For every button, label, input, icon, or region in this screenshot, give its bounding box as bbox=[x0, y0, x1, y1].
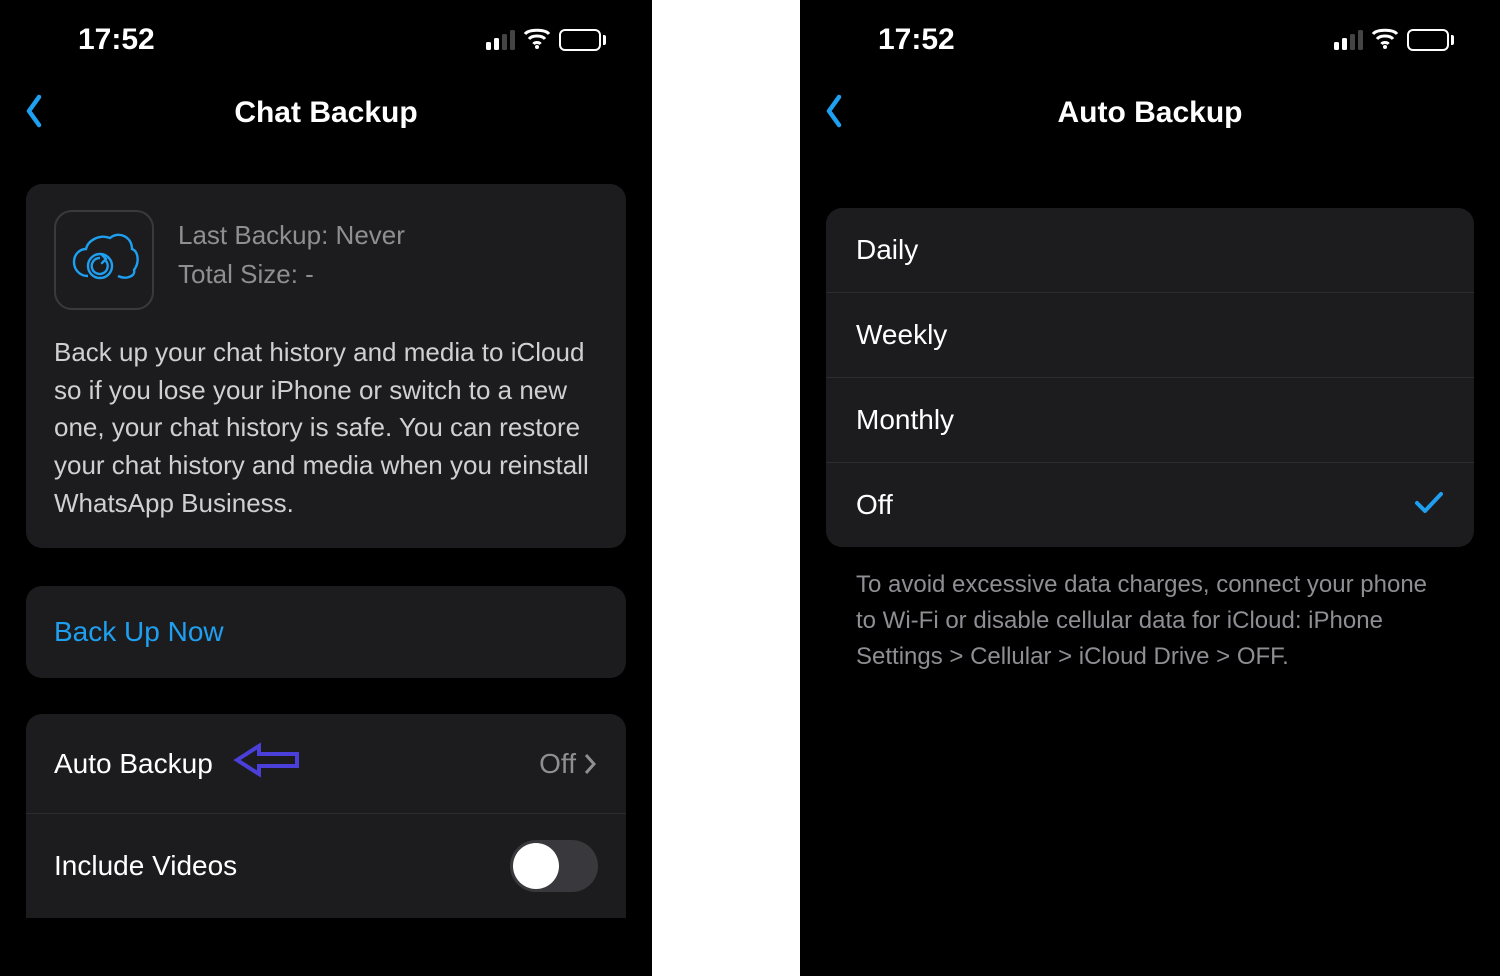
last-backup-label: Last Backup: Never bbox=[178, 216, 405, 255]
screen-chat-backup: 17:52 Chat Backup bbox=[0, 0, 652, 976]
check-icon bbox=[1414, 489, 1444, 521]
nav-header: Chat Backup bbox=[0, 78, 652, 148]
battery-icon bbox=[559, 29, 606, 51]
option-label: Weekly bbox=[856, 319, 947, 351]
option-label: Off bbox=[856, 489, 893, 521]
wifi-icon bbox=[1371, 27, 1399, 54]
option-off[interactable]: Off bbox=[826, 463, 1474, 547]
status-time: 17:52 bbox=[30, 23, 155, 57]
option-monthly[interactable]: Monthly bbox=[826, 378, 1474, 463]
annotation-arrow-icon bbox=[233, 740, 301, 787]
back-button[interactable] bbox=[14, 88, 54, 139]
status-bar: 17:52 bbox=[800, 0, 1500, 70]
backup-now-button[interactable]: Back Up Now bbox=[26, 586, 626, 678]
option-weekly[interactable]: Weekly bbox=[826, 293, 1474, 378]
page-title: Chat Backup bbox=[234, 96, 417, 130]
total-size-label: Total Size: - bbox=[178, 255, 405, 294]
cellular-signal-icon bbox=[486, 30, 515, 50]
page-title: Auto Backup bbox=[1057, 96, 1242, 130]
option-label: Monthly bbox=[856, 404, 954, 436]
auto-backup-options: Daily Weekly Monthly Off bbox=[826, 208, 1474, 547]
battery-icon bbox=[1407, 29, 1454, 51]
chevron-right-icon bbox=[582, 752, 598, 776]
back-button[interactable] bbox=[814, 88, 854, 139]
cloud-backup-icon bbox=[54, 210, 154, 310]
backup-description: Back up your chat history and media to i… bbox=[54, 334, 598, 522]
auto-backup-value: Off bbox=[539, 748, 576, 780]
backup-now-label: Back Up Now bbox=[54, 616, 224, 647]
screen-auto-backup: 17:52 Auto Backup Daily bbox=[800, 0, 1500, 976]
option-label: Daily bbox=[856, 234, 918, 266]
include-videos-label: Include Videos bbox=[54, 850, 237, 882]
backup-info-card: Last Backup: Never Total Size: - Back up… bbox=[26, 184, 626, 548]
status-icons bbox=[486, 27, 622, 54]
include-videos-row: Include Videos bbox=[26, 814, 626, 918]
option-daily[interactable]: Daily bbox=[826, 208, 1474, 293]
status-icons bbox=[1334, 27, 1470, 54]
nav-header: Auto Backup bbox=[800, 78, 1500, 148]
backup-settings-card: Auto Backup Off Include Videos bbox=[26, 714, 626, 918]
status-time: 17:52 bbox=[830, 23, 955, 57]
status-bar: 17:52 bbox=[0, 0, 652, 70]
include-videos-toggle[interactable] bbox=[510, 840, 598, 892]
cellular-signal-icon bbox=[1334, 30, 1363, 50]
auto-backup-label: Auto Backup bbox=[54, 748, 213, 780]
auto-backup-row[interactable]: Auto Backup Off bbox=[26, 714, 626, 814]
options-footer-text: To avoid excessive data charges, connect… bbox=[826, 547, 1474, 675]
wifi-icon bbox=[523, 27, 551, 54]
